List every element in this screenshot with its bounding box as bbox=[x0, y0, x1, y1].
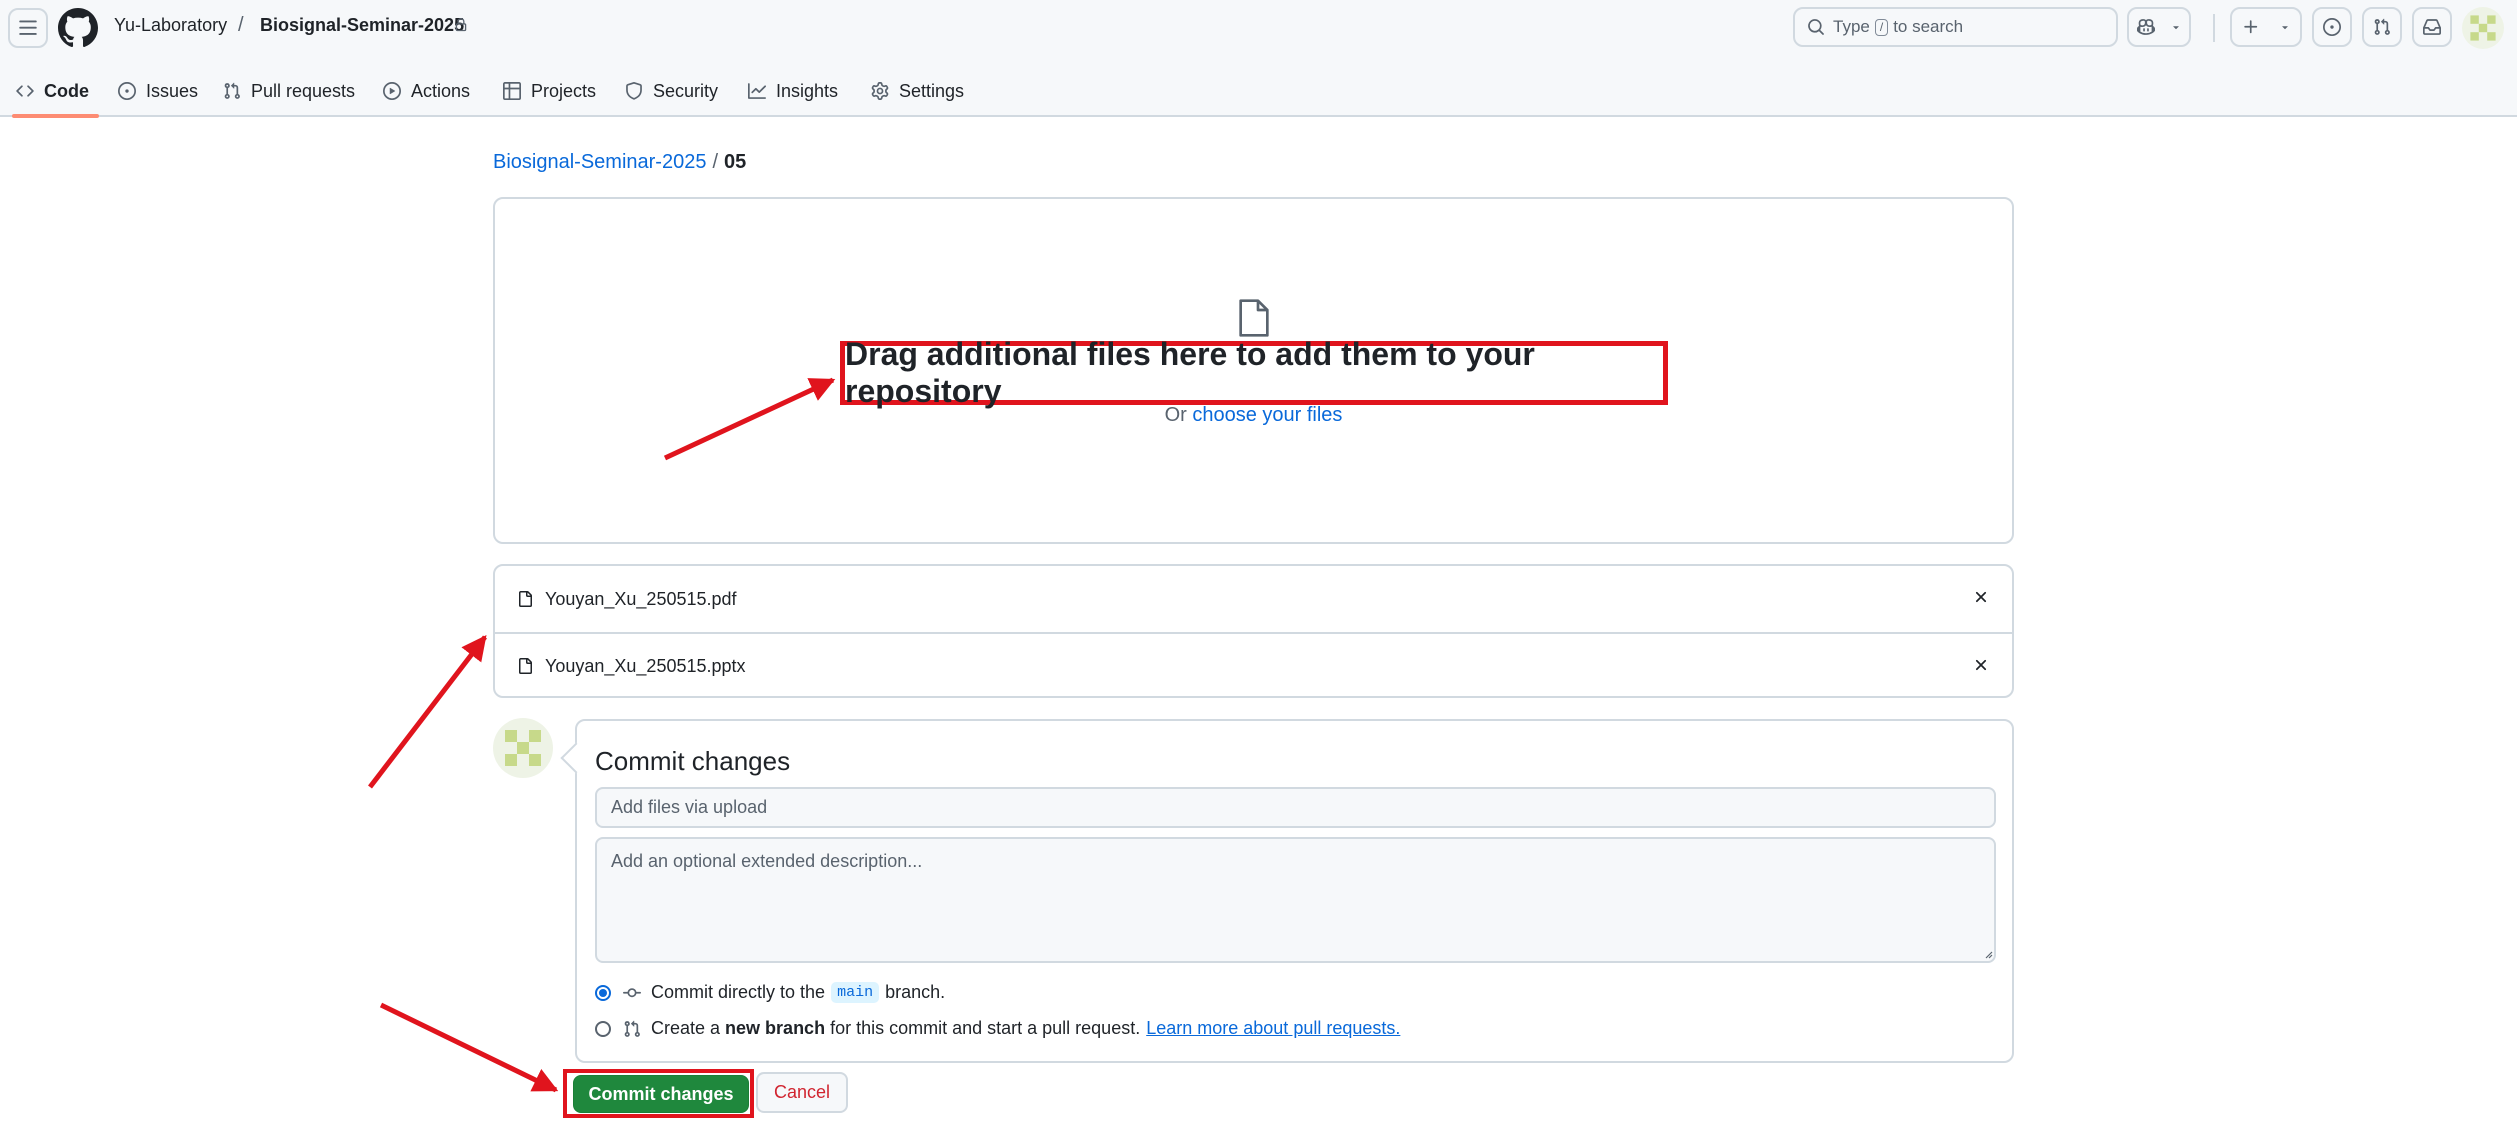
file-list-item: Youyan_Xu_250515.pdf bbox=[495, 566, 2012, 632]
plus-icon bbox=[2243, 20, 2257, 34]
upload-path-breadcrumb: Biosignal-Seminar-2025 /05 bbox=[493, 151, 746, 174]
your-pull-requests-button[interactable] bbox=[2362, 7, 2402, 47]
cancel-button[interactable]: Cancel bbox=[756, 1072, 848, 1113]
new-branch-prefix: Create a bbox=[651, 1018, 721, 1038]
dropzone-or-text: Or bbox=[1164, 404, 1187, 426]
tab-settings[interactable]: Settings bbox=[865, 66, 970, 116]
breadcrumb-repo-link[interactable]: Biosignal-Seminar-2025 bbox=[493, 151, 706, 173]
commit-direct-option[interactable]: Commit directly to the main branch. bbox=[595, 982, 945, 1003]
commit-message-input[interactable] bbox=[595, 787, 1996, 828]
three-bars-icon bbox=[19, 20, 37, 35]
tab-code[interactable]: Code bbox=[10, 66, 99, 118]
copilot-button[interactable] bbox=[2127, 7, 2191, 47]
file-icon bbox=[519, 591, 532, 607]
tab-issues-label: Issues bbox=[146, 80, 199, 101]
search-prefix: Type bbox=[1833, 17, 1870, 36]
header-top-row: Yu-Laboratory / Biosignal-Seminar-2025 T… bbox=[0, 0, 2517, 55]
breadcrumb-current-folder: 05 bbox=[724, 151, 747, 173]
repo-tab-nav: Code Issues Pull requests Actions Projec… bbox=[0, 66, 2517, 118]
your-issues-button[interactable] bbox=[2312, 7, 2352, 47]
tab-pull-requests[interactable]: Pull requests bbox=[217, 66, 361, 116]
header-divider bbox=[2213, 14, 2215, 42]
notifications-button[interactable] bbox=[2412, 7, 2452, 47]
breadcrumb-separator: / bbox=[238, 14, 244, 36]
choose-files-link[interactable]: choose your files bbox=[1192, 404, 1342, 426]
issue-opened-icon bbox=[2323, 18, 2341, 36]
new-branch-suffix: for this commit and start a pull request… bbox=[830, 1018, 1141, 1038]
tab-projects-label: Projects bbox=[531, 80, 597, 101]
remove-file-x-icon[interactable] bbox=[1972, 588, 1990, 606]
dropzone-subtext: Or choose your files bbox=[495, 404, 2012, 427]
annotation-arrow-commit-button bbox=[379, 1002, 559, 1093]
commit-direct-radio[interactable] bbox=[595, 984, 611, 1001]
copilot-icon bbox=[2137, 19, 2155, 35]
new-branch-option[interactable]: Create a new branch for this commit and … bbox=[595, 1018, 1400, 1039]
commit-changes-button[interactable]: Commit changes bbox=[573, 1075, 749, 1113]
play-icon bbox=[383, 82, 401, 100]
inbox-icon bbox=[2423, 19, 2441, 35]
file-icon bbox=[1239, 299, 1269, 337]
tab-insights[interactable]: Insights bbox=[742, 66, 844, 116]
dropzone-title: Drag additional files here to add them t… bbox=[840, 336, 1668, 409]
lock-icon bbox=[455, 18, 467, 32]
file-list-item: Youyan_Xu_250515.pptx bbox=[495, 632, 2012, 696]
git-pull-request-icon bbox=[224, 82, 240, 99]
remove-file-x-icon[interactable] bbox=[1972, 656, 1990, 674]
shield-icon bbox=[626, 82, 642, 100]
commit-direct-suffix: branch. bbox=[885, 982, 946, 1002]
tab-projects[interactable]: Projects bbox=[497, 66, 602, 116]
search-suffix: to search bbox=[1893, 17, 1964, 36]
hamburger-menu-button[interactable] bbox=[8, 8, 48, 48]
search-input[interactable]: Type / to search bbox=[1793, 7, 2118, 47]
repo-owner-link[interactable]: Yu-Laboratory bbox=[114, 15, 227, 36]
table-icon bbox=[503, 82, 521, 100]
learn-more-pull-requests-link[interactable]: Learn more about pull requests. bbox=[1146, 1018, 1400, 1039]
github-logo-icon[interactable] bbox=[58, 8, 98, 48]
code-icon bbox=[16, 85, 34, 97]
resize-grip-icon[interactable] bbox=[1983, 949, 1993, 959]
tab-security[interactable]: Security bbox=[619, 66, 724, 116]
new-branch-radio[interactable] bbox=[595, 1020, 611, 1037]
breadcrumb-separator: / bbox=[712, 151, 719, 173]
gear-icon bbox=[871, 82, 889, 100]
identicon-avatar-icon bbox=[2470, 15, 2496, 41]
tab-pull-requests-label: Pull requests bbox=[251, 80, 356, 101]
tab-issues[interactable]: Issues bbox=[112, 66, 204, 116]
commit-changes-form: Commit changes Commit directly to the ma… bbox=[575, 719, 2014, 1063]
search-icon bbox=[1808, 19, 1824, 35]
tab-insights-label: Insights bbox=[776, 80, 839, 101]
file-name: Youyan_Xu_250515.pdf bbox=[545, 588, 737, 609]
create-new-button[interactable] bbox=[2230, 7, 2302, 47]
user-avatar[interactable] bbox=[2462, 7, 2504, 49]
identicon-avatar-icon bbox=[505, 730, 541, 766]
commit-direct-text: Commit directly to the bbox=[651, 982, 826, 1002]
triangle-down-icon bbox=[2173, 26, 2179, 30]
git-commit-icon bbox=[623, 987, 641, 997]
annotation-arrow-file-list bbox=[368, 635, 487, 789]
issue-opened-icon bbox=[118, 82, 136, 100]
file-name: Youyan_Xu_250515.pptx bbox=[545, 655, 746, 676]
tab-settings-label: Settings bbox=[899, 80, 965, 101]
file-dropzone[interactable]: Drag additional files here to add them t… bbox=[493, 197, 2014, 544]
commit-form-title: Commit changes bbox=[595, 746, 791, 776]
git-pull-request-icon bbox=[2374, 18, 2390, 35]
tab-actions-label: Actions bbox=[411, 80, 471, 101]
graph-icon bbox=[748, 83, 766, 99]
repo-name-link[interactable]: Biosignal-Seminar-2025 bbox=[260, 15, 464, 36]
git-pull-request-icon bbox=[624, 1020, 640, 1037]
uploaded-file-list: Youyan_Xu_250515.pdf Youyan_Xu_250515.pp… bbox=[493, 564, 2014, 698]
commit-description-textarea[interactable] bbox=[595, 837, 1996, 963]
triangle-down-icon bbox=[2281, 26, 2288, 30]
tab-security-label: Security bbox=[653, 80, 719, 101]
search-shortcut-key: / bbox=[1874, 18, 1889, 36]
app-header: Yu-Laboratory / Biosignal-Seminar-2025 T… bbox=[0, 0, 2517, 118]
tab-code-label: Code bbox=[44, 80, 89, 101]
branch-name-badge: main bbox=[831, 982, 880, 1003]
new-branch-bold: new branch bbox=[725, 1018, 826, 1038]
committer-avatar bbox=[493, 718, 553, 778]
tab-actions[interactable]: Actions bbox=[377, 66, 476, 116]
file-icon bbox=[519, 658, 532, 674]
